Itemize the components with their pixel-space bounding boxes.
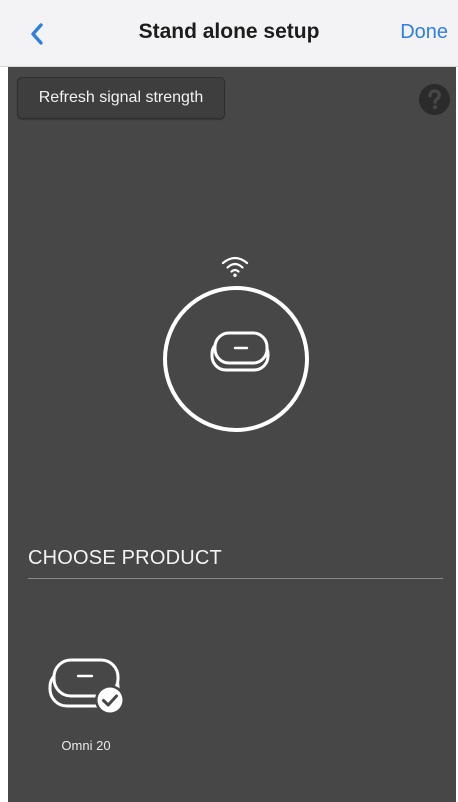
product-label: Omni 20	[61, 738, 111, 753]
speaker-device-icon	[210, 331, 270, 372]
divider	[28, 578, 443, 579]
question-circle-icon[interactable]	[419, 84, 450, 115]
device-signal-indicator	[163, 286, 309, 432]
wifi-icon	[221, 256, 249, 277]
setup-panel: Refresh signal strength CHOOSE PRODUCT O…	[8, 67, 456, 802]
refresh-signal-button[interactable]: Refresh signal strength	[17, 77, 225, 119]
product-item-omni-20[interactable]: Omni 20	[44, 652, 144, 762]
done-button[interactable]: Done	[400, 21, 448, 44]
speaker-device-check-icon	[48, 658, 125, 715]
page-title: Stand alone setup	[138, 20, 320, 43]
section-title: CHOOSE PRODUCT	[28, 547, 222, 569]
navigation-bar: Stand alone setup Done	[0, 0, 458, 67]
